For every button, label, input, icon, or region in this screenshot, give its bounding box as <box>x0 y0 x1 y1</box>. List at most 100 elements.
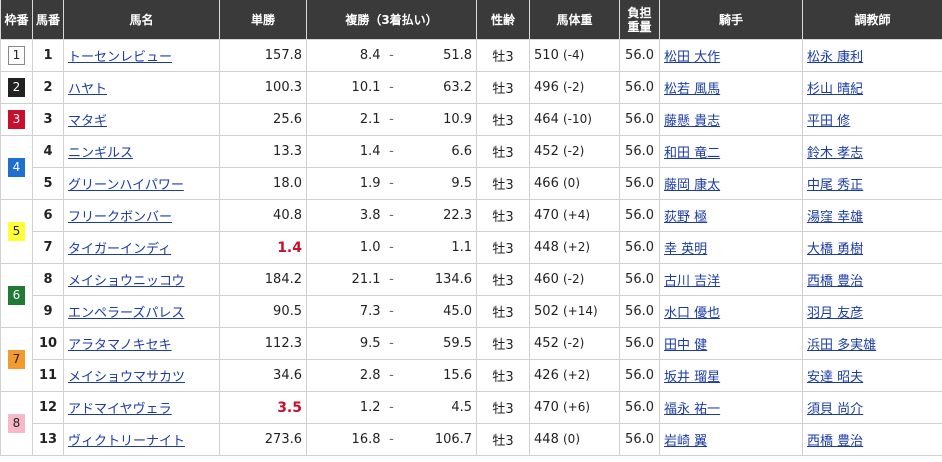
horse-name-link[interactable]: アラタマノキセキ <box>68 338 172 353</box>
jockey-link[interactable]: 藤岡 康太 <box>664 178 720 193</box>
place-odds-max: 63.2 <box>398 71 478 104</box>
table-row: 13 ヴィクトリーナイト 273.6 16.8-106.7 牡3 448 (0) 56.0 岩… <box>1 423 942 456</box>
horse-name-link[interactable]: マタギ <box>68 114 107 129</box>
horse-name-cell: メイショウマサカツ <box>63 359 220 392</box>
horse-name-link[interactable]: ニンギルス <box>68 146 133 161</box>
jockey-link[interactable]: 水口 優也 <box>664 306 720 321</box>
jockey-link[interactable]: 松若 風馬 <box>664 82 720 97</box>
trainer-cell: 須貝 尚介 <box>802 391 942 424</box>
umaban-cell: 1 <box>32 39 64 72</box>
burden-cell: 56.0 <box>619 167 661 200</box>
burden-cell: 56.0 <box>619 263 661 296</box>
place-odds-min: 1.4 <box>306 135 385 168</box>
jockey-link[interactable]: 藤懸 貴志 <box>664 114 720 129</box>
jockey-link[interactable]: 松田 大作 <box>664 50 720 65</box>
waku-badge: 5 <box>8 222 25 241</box>
trainer-link[interactable]: 西橋 豊治 <box>807 434 863 449</box>
horse-name-cell: トーセンレビュー <box>63 39 220 72</box>
jockey-link[interactable]: 岩崎 翼 <box>664 434 707 449</box>
sexage-cell: 牡3 <box>476 359 531 392</box>
place-odds-min: 21.1 <box>306 263 385 296</box>
jockey-cell: 坂井 瑠星 <box>659 359 804 392</box>
weight-value: 496 <box>534 80 559 95</box>
trainer-link[interactable]: 平田 修 <box>807 114 850 129</box>
horse-name-link[interactable]: メイショウニッコウ <box>68 274 184 289</box>
weight-value: 448 <box>534 240 559 255</box>
place-odds-max: 51.8 <box>398 39 478 72</box>
horse-name-link[interactable]: フリークボンバー <box>68 210 172 225</box>
trainer-link[interactable]: 湯窪 幸雄 <box>807 210 863 225</box>
horse-name-link[interactable]: トーセンレビュー <box>68 50 172 65</box>
trainer-link[interactable]: 中尾 秀正 <box>807 178 863 193</box>
horse-name-link[interactable]: アドマイヤヴェラ <box>68 402 172 417</box>
table-row: 4 4 ニンギルス 13.3 1.4-6.6 牡3 452 (-2) 56.0 和田 竜二 鈴木 … <box>0 135 942 200</box>
jockey-cell: 松田 大作 <box>659 39 804 72</box>
sexage-cell: 牡3 <box>476 39 531 72</box>
place-odds-max: 4.5 <box>398 391 478 424</box>
jockey-link[interactable]: 幸 英明 <box>664 242 707 257</box>
weight-diff: (0) <box>563 432 580 446</box>
jockey-link[interactable]: 坂井 瑠星 <box>664 370 720 385</box>
weight-diff: (-2) <box>563 80 585 94</box>
umaban-cell: 5 <box>32 167 64 200</box>
trainer-link[interactable]: 杉山 晴紀 <box>807 82 863 97</box>
weight-cell: 448 (0) <box>529 423 621 456</box>
weight-cell: 470 (+4) <box>529 199 621 232</box>
sexage-cell: 牡3 <box>476 103 531 136</box>
weight-value: 470 <box>534 208 559 223</box>
jockey-link[interactable]: 福永 祐一 <box>664 402 720 417</box>
trainer-link[interactable]: 須貝 尚介 <box>807 402 863 417</box>
sexage-cell: 牡3 <box>476 327 531 360</box>
trainer-link[interactable]: 松永 康利 <box>807 50 863 65</box>
horse-name-cell: グリーンハイパワー <box>63 167 220 200</box>
horse-name-link[interactable]: メイショウマサカツ <box>68 370 185 385</box>
place-odds-min: 1.0 <box>306 231 385 264</box>
umaban-cell: 8 <box>32 263 64 296</box>
horse-name-link[interactable]: グリーンハイパワー <box>68 178 184 193</box>
header-name: 馬名 <box>63 0 220 40</box>
jockey-cell: 岩崎 翼 <box>659 423 804 456</box>
header-win: 単勝 <box>219 0 307 40</box>
trainer-link[interactable]: 安達 昭夫 <box>807 370 863 385</box>
win-odds: 184.2 <box>219 263 307 296</box>
jockey-cell: 水口 優也 <box>659 295 804 328</box>
jockey-link[interactable]: 和田 竜二 <box>664 146 720 161</box>
trainer-link[interactable]: 浜田 多実雄 <box>807 338 876 353</box>
burden-cell: 56.0 <box>619 295 661 328</box>
horse-name-link[interactable]: タイガーインディ <box>68 242 171 257</box>
horse-name-link[interactable]: ヴィクトリーナイト <box>68 434 185 449</box>
horse-name-cell: メイショウニッコウ <box>63 263 220 296</box>
place-odds-separator: - <box>384 295 399 328</box>
jockey-link[interactable]: 古川 吉洋 <box>664 274 720 289</box>
waku-badge: 1 <box>8 46 25 65</box>
jockey-link[interactable]: 田中 健 <box>664 338 707 353</box>
horse-name-cell: アラタマノキセキ <box>63 327 220 360</box>
place-odds-min: 16.8 <box>306 423 385 456</box>
win-odds: 1.4 <box>219 231 307 264</box>
trainer-link[interactable]: 羽月 友彦 <box>807 306 863 321</box>
win-odds: 273.6 <box>219 423 307 456</box>
place-odds-min: 1.2 <box>306 391 385 424</box>
trainer-cell: 中尾 秀正 <box>802 167 942 200</box>
trainer-link[interactable]: 西橋 豊治 <box>807 274 863 289</box>
horse-name-link[interactable]: エンペラーズパレス <box>68 306 184 321</box>
trainer-link[interactable]: 鈴木 孝志 <box>807 146 863 161</box>
waku-badge: 7 <box>8 350 25 369</box>
table-row: 2 2 ハヤト 100.3 10.1-63.2 牡3 496 (-2) 56.0 松若 風馬 杉山… <box>0 71 942 104</box>
weight-value: 502 <box>534 304 559 319</box>
trainer-link[interactable]: 大橋 勇樹 <box>807 242 863 257</box>
sexage-cell: 牡3 <box>476 135 531 168</box>
weight-cell: 452 (-2) <box>529 135 621 168</box>
header-burden-text: 負担重量 <box>627 5 652 34</box>
weight-diff: (+2) <box>563 368 591 382</box>
header-waku: 枠番 <box>0 0 33 40</box>
jockey-link[interactable]: 荻野 極 <box>664 210 707 225</box>
horse-name-link[interactable]: ハヤト <box>68 82 107 97</box>
waku-badge: 2 <box>8 78 25 97</box>
table-row: 6 8 メイショウニッコウ 184.2 21.1-134.6 牡3 460 (-2) 56.0… <box>0 263 942 328</box>
weight-diff: (+2) <box>563 240 591 254</box>
table-body: 1 1 トーセンレビュー 157.8 8.4-51.8 牡3 510 (-4) 56.0 松田 … <box>0 39 942 456</box>
win-odds: 90.5 <box>219 295 307 328</box>
trainer-cell: 浜田 多実雄 <box>802 327 942 360</box>
weight-diff: (0) <box>563 176 580 190</box>
